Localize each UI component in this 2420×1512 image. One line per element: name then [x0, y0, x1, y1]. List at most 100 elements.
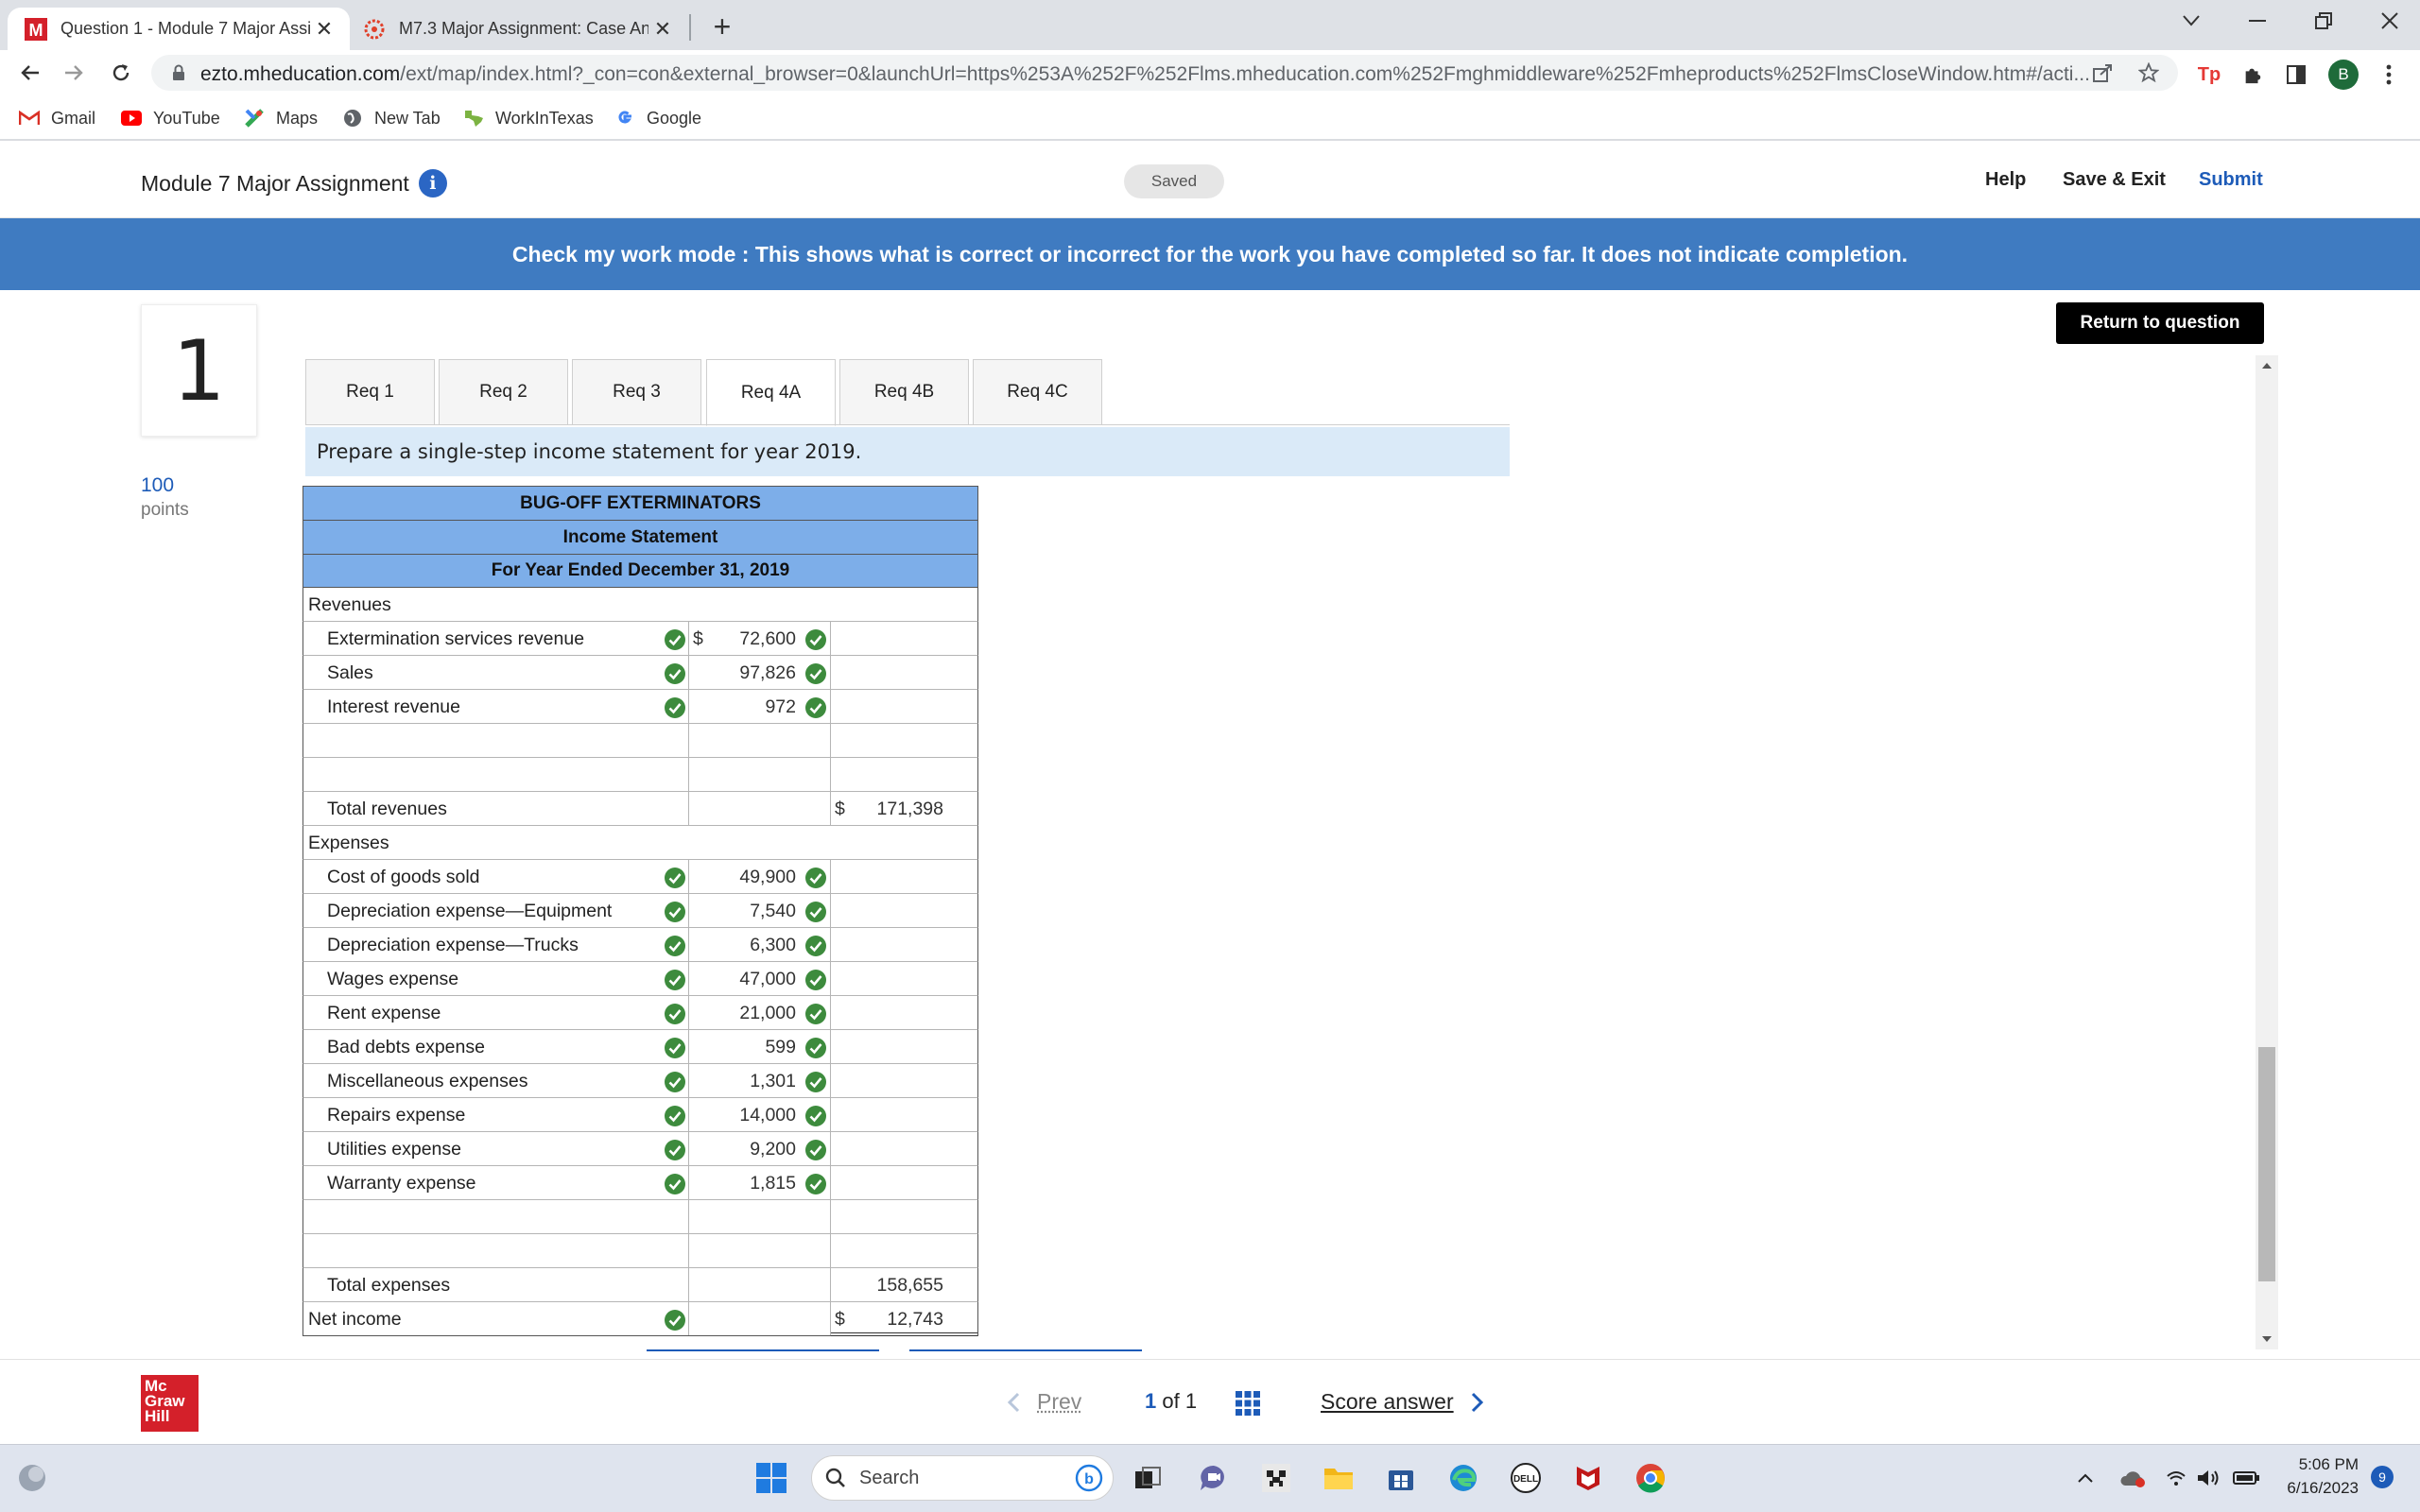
- expense-label[interactable]: Utilities expense: [327, 1139, 461, 1160]
- teams-chat-icon[interactable]: [1195, 1459, 1233, 1497]
- scroll-up-icon[interactable]: [2258, 357, 2275, 374]
- back-icon[interactable]: [13, 56, 47, 90]
- expense-amount[interactable]: 49,900: [739, 867, 796, 888]
- expense-amount[interactable]: 6,300: [750, 935, 796, 956]
- expense-label[interactable]: Repairs expense: [327, 1105, 465, 1126]
- bookmark-gmail[interactable]: Gmail: [19, 107, 95, 129]
- show-hidden-icons-chevron-icon[interactable]: [2066, 1459, 2104, 1497]
- empty-label-cell[interactable]: [303, 1200, 689, 1233]
- return-to-question-button[interactable]: Return to question: [2056, 302, 2264, 344]
- expense-amount[interactable]: 7,540: [750, 901, 796, 922]
- chrome-icon[interactable]: [1632, 1459, 1669, 1497]
- menu-kebab-icon[interactable]: [2373, 59, 2405, 91]
- empty-label-cell[interactable]: [303, 758, 689, 791]
- empty-label-cell[interactable]: [303, 724, 689, 757]
- expense-label[interactable]: Depreciation expense—Trucks: [327, 935, 579, 956]
- dell-icon[interactable]: DELL: [1507, 1459, 1545, 1497]
- expense-amount[interactable]: 9,200: [750, 1139, 796, 1160]
- close-tab-icon[interactable]: ✕: [648, 15, 677, 43]
- expense-label[interactable]: Warranty expense: [327, 1173, 476, 1194]
- info-icon[interactable]: i: [418, 169, 447, 198]
- minecraft-icon[interactable]: [1257, 1459, 1295, 1497]
- expense-label[interactable]: Depreciation expense—Equipment: [327, 901, 612, 922]
- revenue-amount[interactable]: 72,600: [739, 628, 796, 650]
- onedrive-icon[interactable]: [2114, 1459, 2152, 1497]
- task-view-icon[interactable]: [1129, 1459, 1167, 1497]
- tab-req-4a[interactable]: Req 4A: [706, 359, 836, 426]
- empty-label-cell[interactable]: [303, 1234, 689, 1267]
- save-exit-link[interactable]: Save & Exit: [2063, 169, 2166, 191]
- weather-icon[interactable]: [13, 1459, 51, 1497]
- expense-amount[interactable]: 599: [765, 1037, 796, 1058]
- expense-row: Warranty expense 1,815: [302, 1166, 978, 1200]
- revenue-amount[interactable]: 972: [765, 696, 796, 718]
- mcgraw-hill-logo: Mc Graw Hill: [141, 1375, 199, 1432]
- volume-icon[interactable]: [2189, 1459, 2227, 1497]
- expense-amount[interactable]: 1,815: [750, 1173, 796, 1194]
- expense-amount[interactable]: 21,000: [739, 1003, 796, 1024]
- profile-avatar[interactable]: B: [2327, 59, 2360, 91]
- help-link[interactable]: Help: [1985, 169, 2026, 191]
- system-clock[interactable]: 5:06 PM 6/16/2023: [2264, 1452, 2359, 1500]
- expense-amount[interactable]: 1,301: [750, 1071, 796, 1092]
- tab-search-icon[interactable]: [2161, 0, 2221, 42]
- extensions-puzzle-icon[interactable]: [2237, 59, 2269, 91]
- prev-button[interactable]: Prev: [1007, 1389, 1081, 1415]
- correct-check-icon: [665, 629, 685, 650]
- submit-link[interactable]: Submit: [2199, 169, 2263, 191]
- expense-label[interactable]: Bad debts expense: [327, 1037, 485, 1058]
- net-income-label[interactable]: Net income: [308, 1309, 402, 1331]
- tab-req-2[interactable]: Req 2: [439, 359, 568, 425]
- score-answer-button[interactable]: Score answer: [1321, 1389, 1484, 1415]
- edge-icon[interactable]: [1444, 1459, 1482, 1497]
- revenue-label[interactable]: Interest revenue: [327, 696, 460, 718]
- address-bar[interactable]: ezto.mheducation.com/ext/map/index.html?…: [151, 55, 2178, 91]
- browser-tab-m73[interactable]: M7.3 Major Assignment: Case An ✕: [346, 8, 688, 50]
- empty-amount-cell[interactable]: [689, 724, 831, 757]
- expenses-heading-row: Expenses: [302, 826, 978, 860]
- empty-amount-cell[interactable]: [689, 1234, 831, 1267]
- close-window-icon[interactable]: [2360, 0, 2420, 42]
- minimize-icon[interactable]: [2227, 0, 2288, 42]
- battery-icon[interactable]: [2227, 1459, 2265, 1497]
- expense-label[interactable]: Wages expense: [327, 969, 458, 990]
- tab-req-4c[interactable]: Req 4C: [973, 359, 1102, 425]
- expense-label[interactable]: Rent expense: [327, 1003, 441, 1024]
- bookmark-google[interactable]: Google: [614, 107, 701, 129]
- empty-amount-cell[interactable]: [689, 1200, 831, 1233]
- revenue-amount[interactable]: 97,826: [739, 662, 796, 684]
- scrollbar-thumb[interactable]: [2258, 1047, 2275, 1281]
- microsoft-store-icon[interactable]: [1382, 1459, 1420, 1497]
- file-explorer-icon[interactable]: [1320, 1459, 1357, 1497]
- empty-amount-cell[interactable]: [689, 758, 831, 791]
- taskbar-search[interactable]: Search b: [811, 1455, 1114, 1501]
- tab-req-3[interactable]: Req 3: [572, 359, 701, 425]
- mcafee-icon[interactable]: [1569, 1459, 1607, 1497]
- bookmark-maps[interactable]: Maps: [244, 107, 318, 129]
- scroll-down-icon[interactable]: [2258, 1331, 2275, 1348]
- revenue-label[interactable]: Extermination services revenue: [327, 628, 584, 650]
- close-tab-icon[interactable]: ✕: [310, 15, 338, 43]
- revenue-label[interactable]: Sales: [327, 662, 373, 684]
- new-tab-icon[interactable]: +: [705, 9, 739, 43]
- expense-amount[interactable]: 47,000: [739, 969, 796, 990]
- expense-label[interactable]: Cost of goods sold: [327, 867, 480, 888]
- expense-amount[interactable]: 14,000: [739, 1105, 796, 1126]
- bookmark-workintexas[interactable]: WorkInTexas: [463, 107, 594, 129]
- bookmark-new-tab[interactable]: New Tab: [342, 107, 441, 129]
- notification-badge[interactable]: 9: [2371, 1466, 2394, 1488]
- share-icon[interactable]: [2093, 63, 2114, 82]
- browser-tab-question[interactable]: M Question 1 - Module 7 Major Assi ✕: [8, 8, 350, 50]
- tab-req-1[interactable]: Req 1: [305, 359, 435, 425]
- bookmark-star-icon[interactable]: [2138, 62, 2159, 83]
- tp-extension-icon[interactable]: Tp: [2193, 59, 2225, 91]
- side-panel-icon[interactable]: [2280, 59, 2312, 91]
- forward-icon[interactable]: [57, 56, 91, 90]
- expense-label[interactable]: Miscellaneous expenses: [327, 1071, 527, 1092]
- reload-icon[interactable]: [104, 56, 138, 90]
- question-grid-icon[interactable]: [1236, 1391, 1260, 1416]
- restore-icon[interactable]: [2293, 0, 2354, 42]
- bookmark-youtube[interactable]: YouTube: [121, 107, 220, 129]
- tab-req-4b[interactable]: Req 4B: [839, 359, 969, 425]
- windows-start-icon[interactable]: [752, 1459, 790, 1497]
